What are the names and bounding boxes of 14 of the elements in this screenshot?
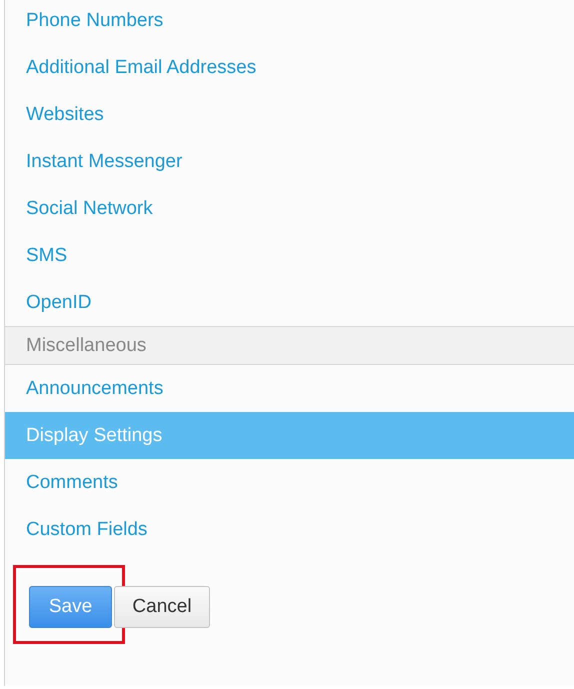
nav-item[interactable]: Comments [5, 459, 574, 506]
nav-item[interactable]: Social Network [5, 185, 574, 232]
nav-item[interactable]: Custom Fields [5, 506, 574, 553]
nav-item[interactable]: SMS [5, 232, 574, 279]
cancel-button[interactable]: Cancel [114, 586, 210, 628]
save-button[interactable]: Save [29, 586, 112, 628]
nav-item[interactable]: Phone Numbers [5, 0, 574, 44]
section-header: Miscellaneous [5, 326, 574, 365]
nav-item[interactable]: Additional Email Addresses [5, 44, 574, 91]
nav-item[interactable]: Instant Messenger [5, 138, 574, 185]
nav-item[interactable]: Websites [5, 91, 574, 138]
nav-item[interactable]: Announcements [5, 365, 574, 412]
nav-item[interactable]: Display Settings [5, 412, 574, 459]
nav-item[interactable]: OpenID [5, 279, 574, 326]
